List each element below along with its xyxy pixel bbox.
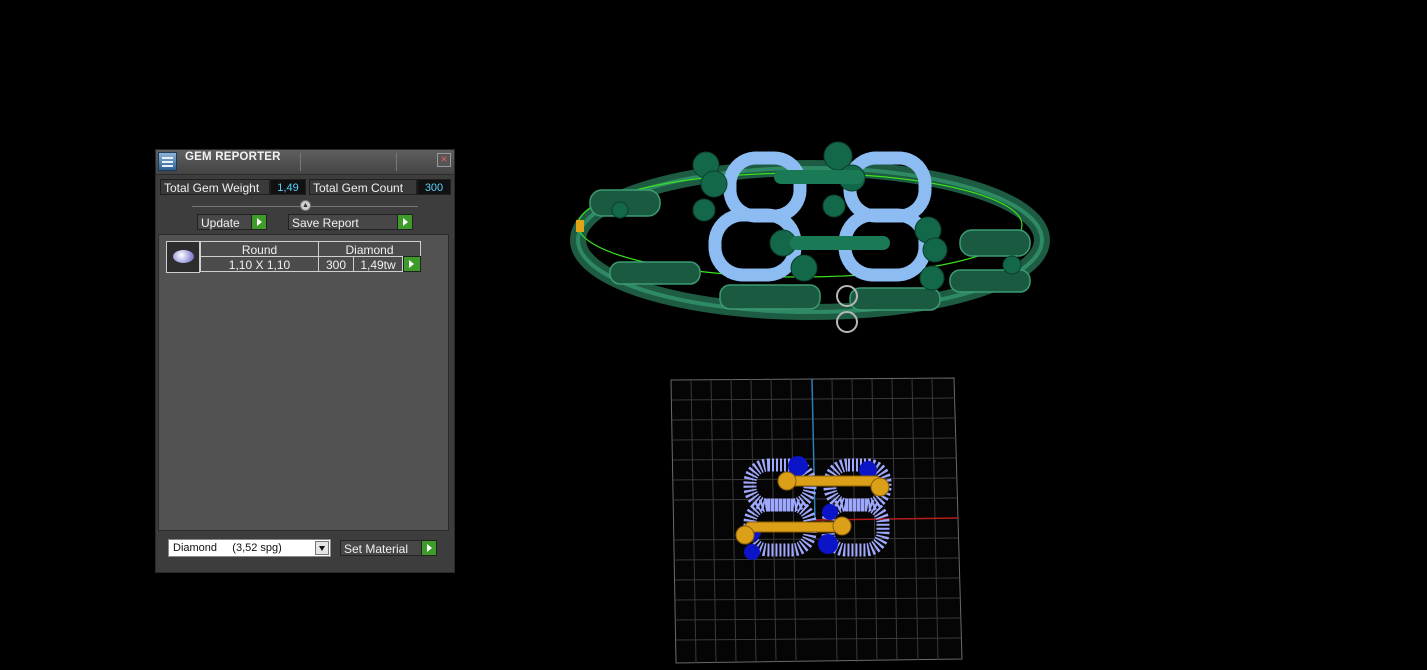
play-arrow-icon (404, 257, 420, 271)
top-view-grid[interactable] (670, 377, 963, 664)
play-arrow-icon (251, 215, 266, 229)
set-material-button[interactable]: Set Material (340, 540, 437, 556)
gem-list: Round Diamond 1,10 X 1,10 300 1,49tw (158, 234, 449, 531)
save-report-button[interactable]: Save Report (288, 214, 413, 230)
material-select-value: Diamond (3,52 spg) (173, 542, 282, 554)
chevron-down-icon[interactable] (315, 541, 329, 555)
close-icon[interactable]: × (437, 153, 451, 167)
panel-titlebar[interactable]: GEM REPORTER × (156, 150, 454, 175)
splitter-handle[interactable]: ▲ (300, 200, 311, 211)
gem-stone-graphic (173, 250, 194, 263)
total-gem-weight-label: Total Gem Weight (160, 179, 270, 195)
play-arrow-icon (397, 215, 412, 229)
gem-shape: Round (200, 241, 319, 257)
gem-count: 300 (318, 256, 354, 272)
play-arrow-icon (421, 541, 436, 555)
total-gem-weight-value: 1,49 (270, 179, 306, 195)
total-gem-count-label: Total Gem Count (309, 179, 417, 195)
material-select[interactable]: Diamond (3,52 spg) (168, 539, 331, 557)
gem-material: Diamond (318, 241, 421, 257)
titlebar-divider (300, 153, 301, 171)
gem-reporter-panel: GEM REPORTER × Total Gem Weight 1,49 Tot… (155, 149, 455, 573)
save-report-button-label: Save Report (292, 216, 359, 230)
update-button[interactable]: Update (197, 214, 267, 230)
gem-size: 1,10 X 1,10 (200, 256, 319, 272)
round-gem-icon (166, 241, 200, 273)
bracelet-perspective-model[interactable] (570, 141, 1050, 333)
update-button-label: Update (201, 216, 240, 230)
gem-reporter-app-icon (158, 152, 177, 171)
titlebar-divider (396, 153, 397, 171)
panel-title: GEM REPORTER (185, 151, 281, 163)
gem-weight: 1,49tw (353, 256, 403, 272)
select-gem-button[interactable] (403, 256, 421, 272)
total-gem-count-value: 300 (417, 179, 451, 195)
set-material-button-label: Set Material (344, 542, 409, 556)
